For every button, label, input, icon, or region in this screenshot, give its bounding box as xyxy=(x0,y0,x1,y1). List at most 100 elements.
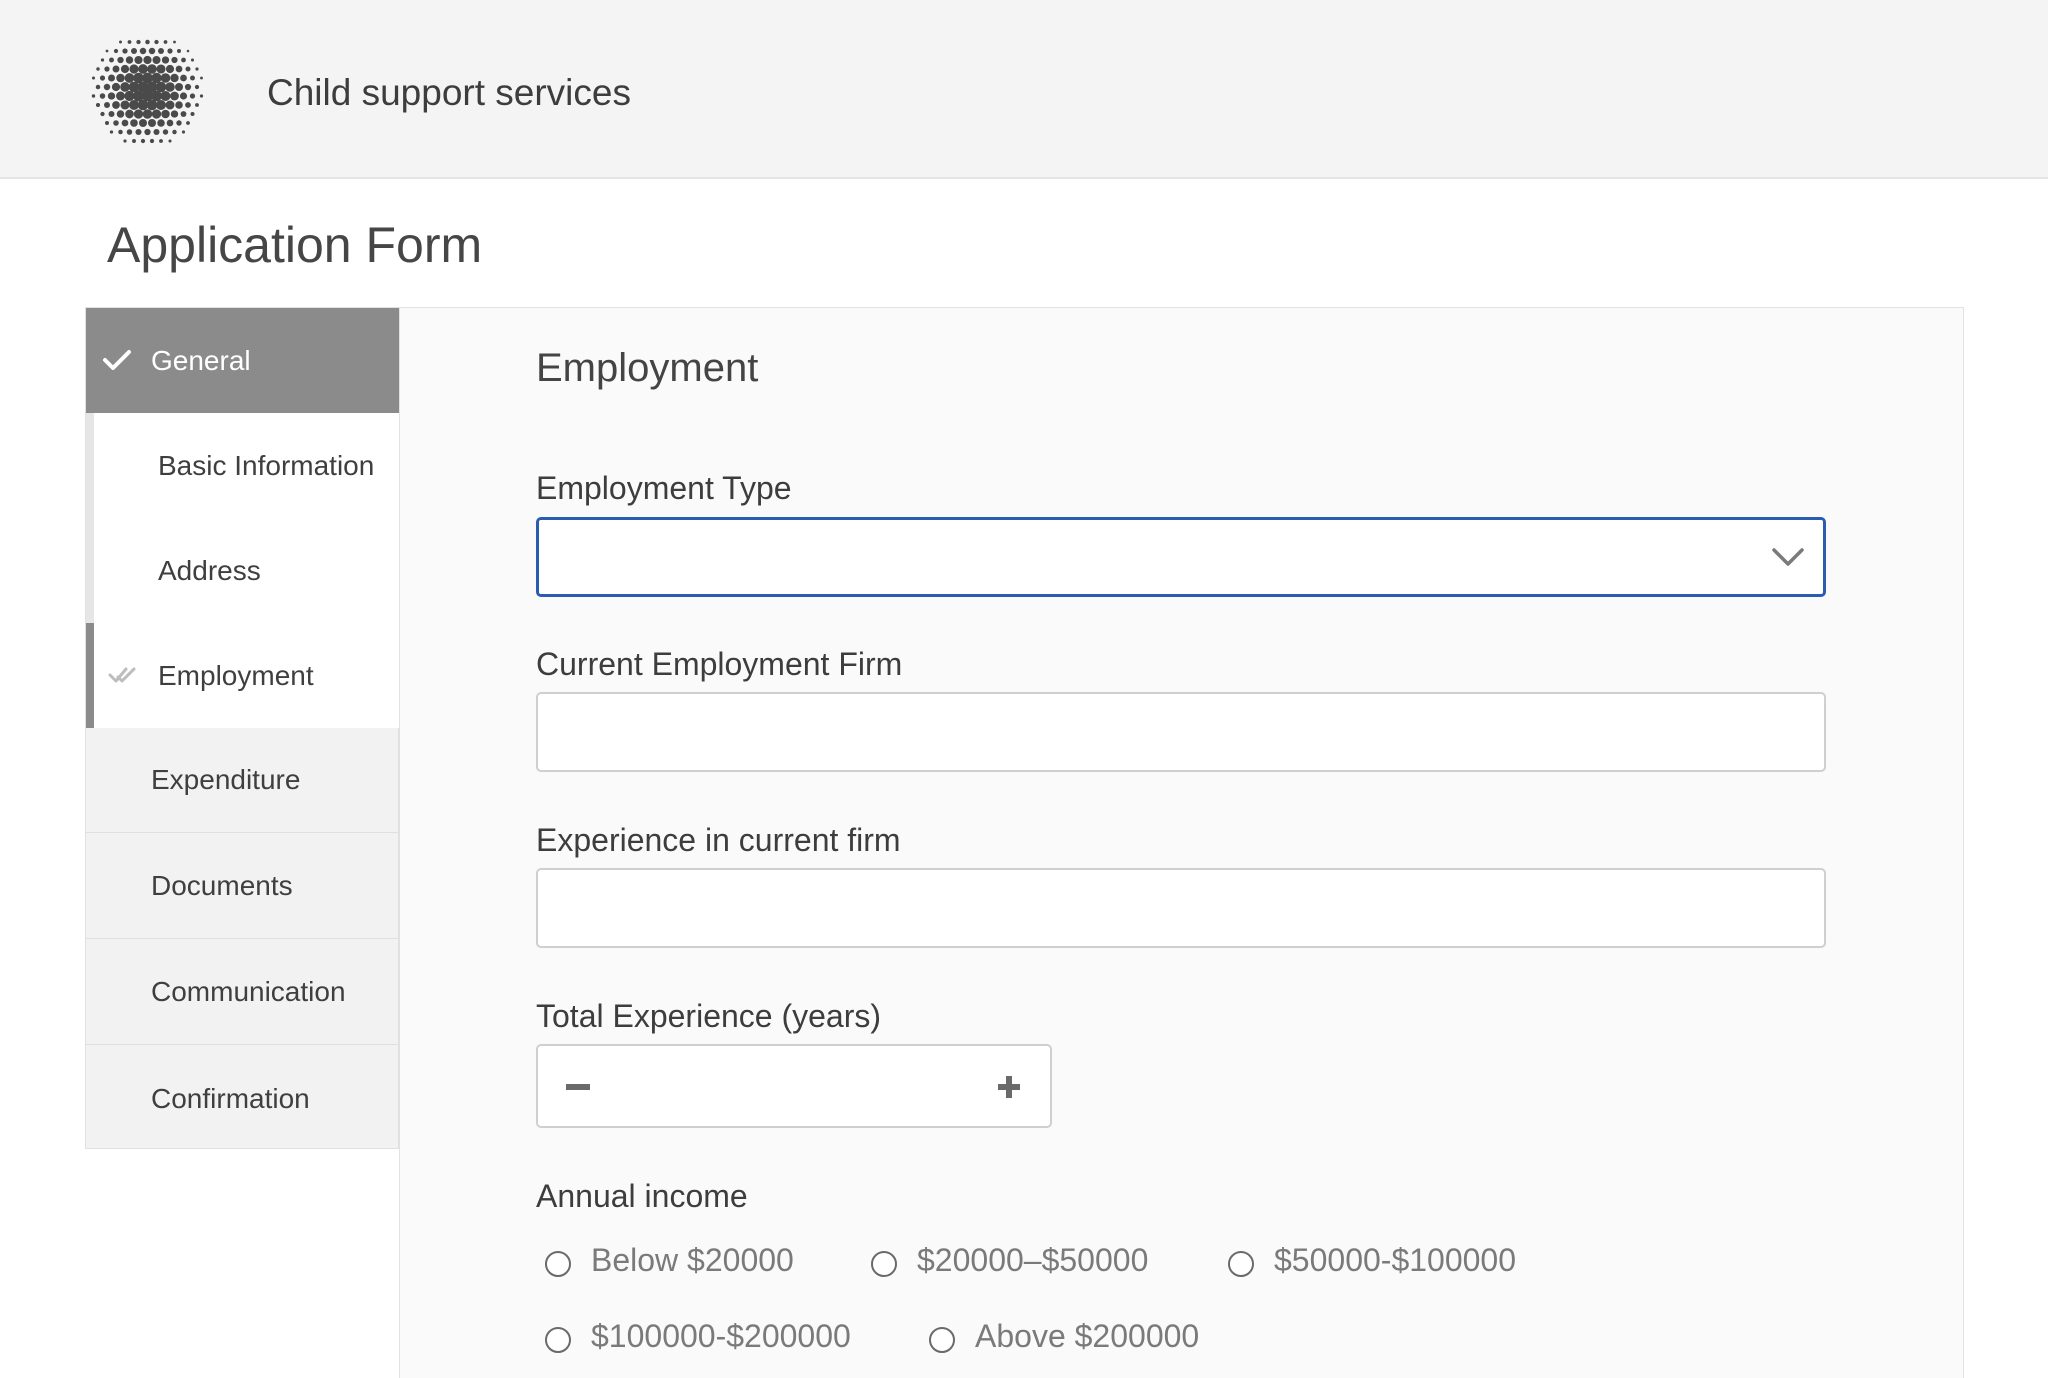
sidebar-item-basic-information[interactable]: Basic Information xyxy=(86,413,399,518)
sidebar-item-address[interactable]: Address xyxy=(86,518,399,623)
sidebar-item-general[interactable]: General xyxy=(86,308,399,413)
logo-dot xyxy=(137,99,149,111)
logo-dot xyxy=(147,64,157,74)
logo-dot xyxy=(195,67,199,71)
logo-dot xyxy=(116,73,125,83)
logo-dot xyxy=(95,102,101,108)
radio-circle[interactable] xyxy=(929,1326,955,1353)
income-option-50000-100000[interactable]: $50000-$100000 xyxy=(1228,1242,1516,1279)
logo-dot xyxy=(142,109,153,119)
logo-dot xyxy=(168,139,172,143)
logo-dot xyxy=(185,102,191,108)
logo-dot xyxy=(147,118,157,128)
logo-dot xyxy=(160,73,171,83)
logo-dot xyxy=(136,39,141,45)
logo-dot xyxy=(112,101,120,109)
logo-dot xyxy=(149,138,155,144)
logo-dot xyxy=(91,94,96,98)
logo-dot xyxy=(151,109,162,119)
sidebar-item-label: Documents xyxy=(151,870,293,901)
logo-dot xyxy=(186,49,190,53)
logo-dot xyxy=(107,92,116,100)
logo-dot xyxy=(117,56,124,64)
logo-dot xyxy=(153,128,160,136)
logo-dot xyxy=(140,138,146,144)
logo-dot xyxy=(170,110,179,118)
logo-dot xyxy=(176,48,182,54)
logo-dot xyxy=(109,57,114,63)
nav-active-indicator xyxy=(86,623,94,728)
radio-circle[interactable] xyxy=(1228,1250,1254,1277)
employment-type-select[interactable] xyxy=(536,517,1826,597)
income-option-below-20000[interactable]: Below $20000 xyxy=(545,1242,794,1279)
logo-dot xyxy=(119,40,122,44)
sidebar-item-employment[interactable]: Employment xyxy=(86,623,399,728)
logo-dot xyxy=(190,75,195,81)
logo-dot xyxy=(165,64,175,74)
income-option-20000-50000[interactable]: $20000–$50000 xyxy=(871,1242,1148,1279)
logo-dot xyxy=(186,121,190,125)
logo-dot xyxy=(112,65,120,73)
radio-circle[interactable] xyxy=(545,1326,571,1353)
section-title: Employment xyxy=(536,346,759,390)
logo-dot xyxy=(120,100,130,110)
sidebar-item-documents[interactable]: Documents xyxy=(86,834,399,939)
logo-dot xyxy=(165,100,175,110)
logo-dot xyxy=(190,58,195,62)
sidebar-item-confirmation[interactable]: Confirmation xyxy=(86,1046,399,1151)
logo-dot xyxy=(135,128,142,136)
radio-label: Above $200000 xyxy=(975,1318,1200,1354)
logo-dot xyxy=(100,58,105,62)
radio-label: $50000-$100000 xyxy=(1274,1242,1517,1278)
plus-icon-vertical xyxy=(1006,1076,1012,1098)
sidebar-item-label: General xyxy=(151,344,251,376)
logo-dot xyxy=(125,56,134,64)
income-option-above-200000[interactable]: Above $200000 xyxy=(929,1318,1199,1355)
radio-circle[interactable] xyxy=(545,1250,571,1277)
logo-dot xyxy=(124,73,135,83)
logo-dot xyxy=(125,109,134,119)
logo-dot xyxy=(126,129,133,135)
logo-dot xyxy=(113,120,119,126)
nav-indicator xyxy=(86,413,94,518)
page-title: Application Form xyxy=(107,217,483,273)
sidebar-item-label: Confirmation xyxy=(151,1082,310,1114)
logo-dot xyxy=(151,90,162,102)
experience-current-input[interactable] xyxy=(536,868,1826,948)
current-firm-input[interactable] xyxy=(536,692,1826,772)
total-experience-stepper[interactable] xyxy=(536,1044,1052,1128)
logo-dot xyxy=(157,47,165,55)
logo-dot xyxy=(176,120,182,126)
sidebar-item-label: Basic Information xyxy=(158,449,375,481)
double-check-icon xyxy=(108,667,136,683)
sidebar-item-label: Employment xyxy=(158,659,314,691)
logo-dot xyxy=(171,56,178,64)
radio-label: $20000–$50000 xyxy=(917,1242,1149,1278)
logo-dot xyxy=(170,73,179,83)
total-experience-label: Total Experience (years) xyxy=(536,998,882,1034)
sidebar-item-label: Address xyxy=(158,554,261,586)
income-option-100000-200000[interactable]: $100000-$200000 xyxy=(545,1318,851,1355)
logo-dot xyxy=(161,109,170,119)
radio-circle[interactable] xyxy=(871,1250,897,1277)
logo-dot xyxy=(130,47,138,55)
logo-dot xyxy=(127,40,132,44)
radio-label: $100000-$200000 xyxy=(591,1318,851,1354)
logo-dot xyxy=(129,64,139,74)
logo-dot xyxy=(103,83,111,91)
logo-dot xyxy=(185,66,191,72)
logo-dot xyxy=(163,40,168,44)
sidebar-item-communication[interactable]: Communication xyxy=(86,940,399,1045)
logo-dot xyxy=(138,118,148,128)
logo-dot xyxy=(175,65,183,73)
minus-icon[interactable] xyxy=(566,1084,590,1090)
chevron-down-icon xyxy=(1772,548,1804,566)
logo-dot xyxy=(108,110,115,118)
logo-dot xyxy=(159,139,163,143)
logo-dot xyxy=(122,48,128,54)
sidebar-item-expenditure[interactable]: Expenditure xyxy=(86,728,399,833)
logo-dot xyxy=(167,48,173,54)
logo-dot xyxy=(194,84,200,90)
logo-dot xyxy=(134,55,143,65)
annual-income-label: Annual income xyxy=(536,1178,748,1214)
